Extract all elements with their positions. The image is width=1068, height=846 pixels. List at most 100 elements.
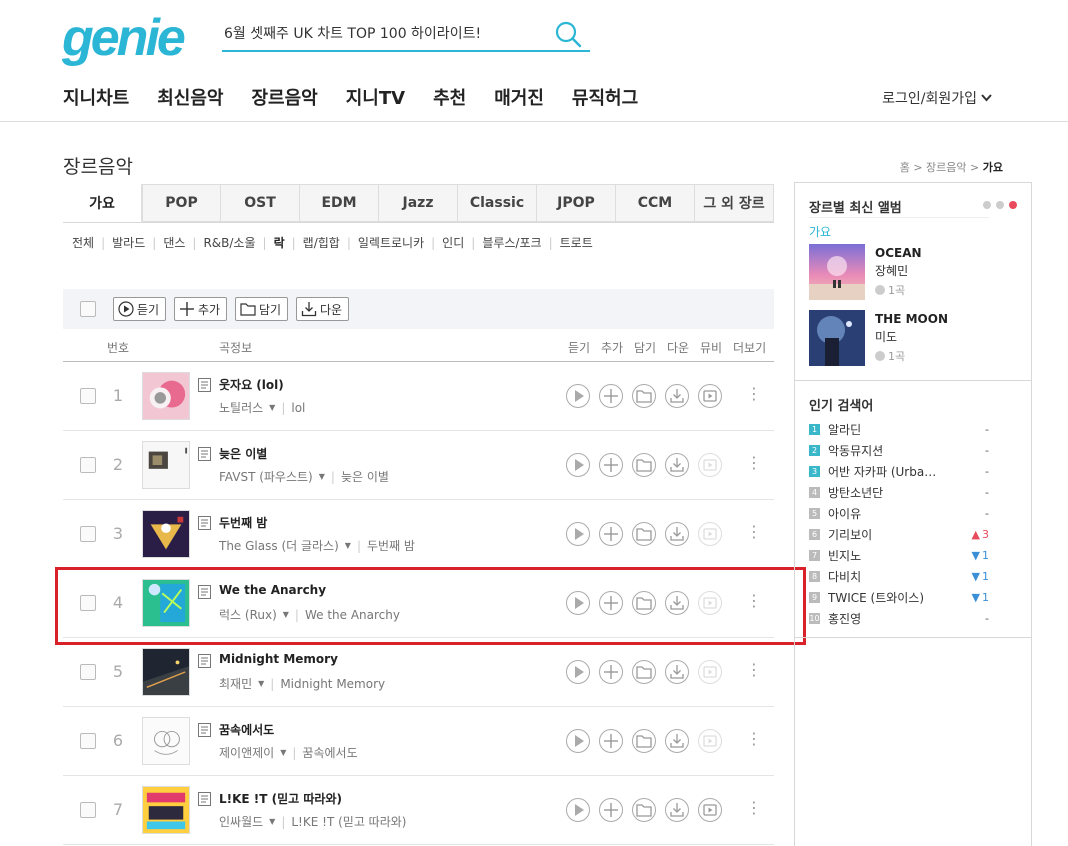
carousel-dot[interactable]: [1009, 201, 1017, 209]
nav-musichug[interactable]: 뮤직허그: [572, 84, 638, 110]
popular-search-item[interactable]: 6 기리보이 ▲ 3: [809, 524, 989, 545]
subgenre-all[interactable]: 전체: [72, 234, 94, 251]
song-artist[interactable]: 럭스 (Rux): [219, 606, 277, 623]
more-options-icon[interactable]: ⋮: [746, 384, 762, 404]
song-info-icon[interactable]: [198, 723, 211, 737]
play-song-button[interactable]: [566, 591, 590, 615]
song-album[interactable]: Midnight Memory: [280, 677, 385, 691]
album-thumbnail[interactable]: [142, 441, 190, 489]
popular-search-item[interactable]: 8 다비치 ▼ 1: [809, 566, 989, 587]
row-checkbox[interactable]: [80, 595, 96, 611]
add-song-button[interactable]: [599, 729, 623, 753]
save-song-button[interactable]: [632, 522, 656, 546]
popular-search-item[interactable]: 2 악동뮤지션 -: [809, 440, 989, 461]
album-thumbnail[interactable]: [142, 579, 190, 627]
song-album[interactable]: 늦은 이별: [341, 468, 389, 485]
artist-dropdown-icon[interactable]: ▼: [280, 748, 286, 757]
nav-genietv[interactable]: 지니TV: [346, 84, 405, 110]
song-info-icon[interactable]: [198, 378, 211, 392]
tab-ccm[interactable]: CCM: [616, 184, 695, 222]
mv-song-button[interactable]: [698, 384, 722, 408]
song-album[interactable]: 두번째 밤: [367, 537, 415, 554]
add-song-button[interactable]: [599, 660, 623, 684]
popular-keyword[interactable]: 방탄소년단: [828, 484, 948, 501]
popular-keyword[interactable]: TWICE (트와이스): [828, 589, 948, 606]
nav-chart[interactable]: 지니차트: [63, 84, 129, 110]
play-song-button[interactable]: [566, 660, 590, 684]
more-options-icon[interactable]: ⋮: [746, 453, 762, 473]
add-song-button[interactable]: [599, 522, 623, 546]
song-info-icon[interactable]: [198, 792, 211, 806]
song-title[interactable]: 늦은 이별: [219, 445, 267, 462]
subgenre-blues-folk[interactable]: 블루스/포크: [482, 234, 541, 251]
mv-song-button[interactable]: [698, 591, 722, 615]
song-title[interactable]: 웃자요 (lol): [219, 376, 284, 393]
song-album[interactable]: lol: [291, 401, 305, 415]
carousel-dot[interactable]: [996, 201, 1004, 209]
tab-jazz[interactable]: Jazz: [379, 184, 458, 222]
popular-keyword[interactable]: 기리보이: [828, 526, 948, 543]
add-selected-button[interactable]: 추가: [174, 297, 228, 321]
mv-song-button[interactable]: [698, 798, 722, 822]
play-song-button[interactable]: [566, 453, 590, 477]
save-song-button[interactable]: [632, 729, 656, 753]
mv-song-button[interactable]: [698, 453, 722, 477]
row-checkbox[interactable]: [80, 457, 96, 473]
artist-dropdown-icon[interactable]: ▼: [345, 541, 351, 550]
breadcrumb-home[interactable]: 홈: [900, 161, 910, 174]
tab-classic[interactable]: Classic: [458, 184, 537, 222]
row-checkbox[interactable]: [80, 733, 96, 749]
song-artist[interactable]: The Glass (더 글라스): [219, 537, 339, 554]
download-selected-button[interactable]: 다운: [296, 297, 350, 321]
album-thumbnail[interactable]: [142, 372, 190, 420]
tab-gayo[interactable]: 가요: [63, 184, 142, 222]
popular-search-item[interactable]: 3 어반 자카파 (Urba… -: [809, 461, 989, 482]
song-album[interactable]: L!KE !T (믿고 따라와): [291, 813, 406, 830]
more-options-icon[interactable]: ⋮: [746, 729, 762, 749]
song-artist[interactable]: 노틸러스: [219, 399, 263, 416]
play-song-button[interactable]: [566, 384, 590, 408]
genie-logo[interactable]: genie: [62, 8, 186, 68]
row-checkbox[interactable]: [80, 664, 96, 680]
save-selected-button[interactable]: 담기: [235, 297, 289, 321]
row-checkbox[interactable]: [80, 802, 96, 818]
latest-genre-label[interactable]: 가요: [809, 223, 831, 240]
tab-pop[interactable]: POP: [142, 184, 221, 222]
subgenre-indie[interactable]: 인디: [442, 234, 464, 251]
popular-keyword[interactable]: 다비치: [828, 568, 948, 585]
popular-keyword[interactable]: 빈지노: [828, 547, 948, 564]
song-artist[interactable]: 제이앤제이: [219, 744, 274, 761]
download-song-button[interactable]: [665, 522, 689, 546]
download-song-button[interactable]: [665, 729, 689, 753]
popular-search-item[interactable]: 5 아이유 -: [809, 503, 989, 524]
save-song-button[interactable]: [632, 798, 656, 822]
album-item[interactable]: THE MOON 미도 1곡: [809, 310, 1019, 366]
play-selected-button[interactable]: 듣기: [113, 297, 167, 321]
artist-dropdown-icon[interactable]: ▼: [258, 679, 264, 688]
song-title[interactable]: 두번째 밤: [219, 514, 267, 531]
popular-search-item[interactable]: 1 알라딘 -: [809, 419, 989, 440]
play-song-button[interactable]: [566, 798, 590, 822]
song-artist[interactable]: 인싸월드: [219, 813, 263, 830]
save-song-button[interactable]: [632, 660, 656, 684]
subgenre-rnb[interactable]: R&B/소울: [203, 234, 255, 251]
save-song-button[interactable]: [632, 384, 656, 408]
song-title[interactable]: We the Anarchy: [219, 583, 326, 597]
tab-edm[interactable]: EDM: [300, 184, 379, 222]
nav-genre[interactable]: 장르음악: [252, 84, 318, 110]
subgenre-rock[interactable]: 락: [274, 234, 285, 251]
add-song-button[interactable]: [599, 384, 623, 408]
row-checkbox[interactable]: [80, 526, 96, 542]
artist-dropdown-icon[interactable]: ▼: [269, 817, 275, 826]
login-link[interactable]: 로그인/회원가입: [882, 88, 992, 108]
nav-recommend[interactable]: 추천: [433, 84, 466, 110]
nav-magazine[interactable]: 매거진: [494, 84, 544, 110]
subgenre-dance[interactable]: 댄스: [163, 234, 185, 251]
subgenre-electronica[interactable]: 일렉트로니카: [358, 234, 424, 251]
popular-keyword[interactable]: 어반 자카파 (Urba…: [828, 463, 948, 480]
download-song-button[interactable]: [665, 453, 689, 477]
tab-jpop[interactable]: JPOP: [537, 184, 616, 222]
popular-keyword[interactable]: 아이유: [828, 505, 948, 522]
row-checkbox[interactable]: [80, 388, 96, 404]
add-song-button[interactable]: [599, 453, 623, 477]
